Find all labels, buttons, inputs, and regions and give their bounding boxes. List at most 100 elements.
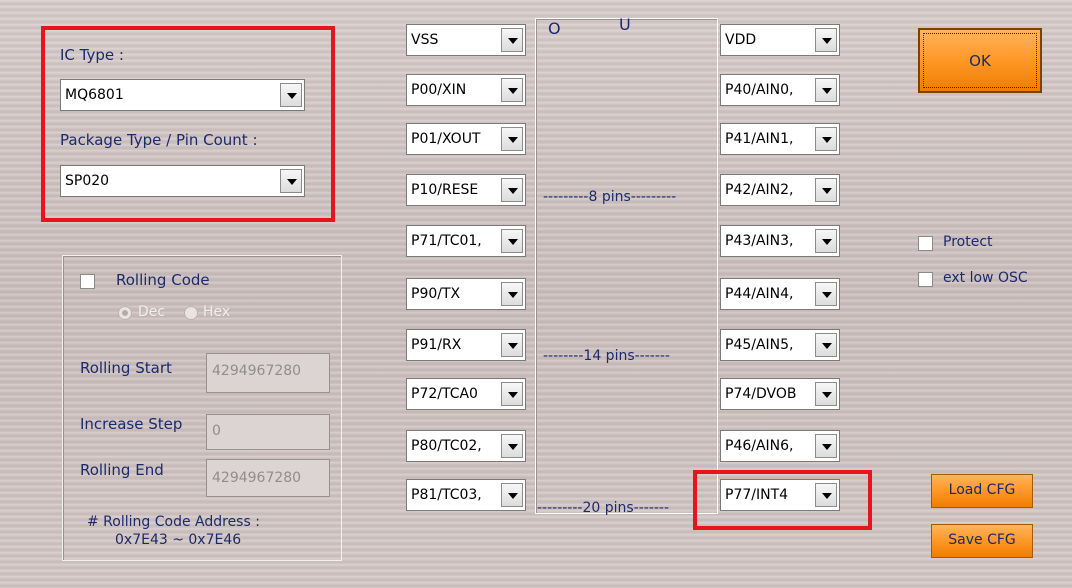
right-pin-select[interactable]: P44/AIN4, (720, 278, 840, 310)
pin-value: P40/AIN0, (725, 82, 794, 98)
chevron-down-icon[interactable] (815, 333, 837, 357)
ext-low-osc-label: ext low OSC (943, 270, 1028, 286)
chevron-down-icon[interactable] (815, 78, 837, 102)
pins-14-divider: --------14 pins------- (543, 348, 670, 364)
chevron-down-icon[interactable] (815, 382, 837, 406)
rolling-end-value: 4294967280 (212, 470, 302, 486)
pin-p77-highlight (693, 470, 872, 530)
pins-20-divider: ---------20 pins------- (537, 500, 670, 516)
increase-step-value: 0 (212, 423, 221, 439)
left-pin-select[interactable]: P81/TC03, (406, 479, 526, 511)
radio-dot-icon (122, 310, 128, 316)
left-pin-select[interactable]: P91/RX (406, 329, 526, 361)
chevron-down-icon[interactable] (501, 28, 523, 52)
ok-button[interactable]: OK (918, 28, 1042, 93)
chevron-down-icon[interactable] (501, 178, 523, 202)
protect-checkbox[interactable] (918, 236, 933, 251)
rolling-end-label: Rolling End (80, 461, 164, 479)
chevron-down-icon[interactable] (501, 229, 523, 253)
radio-hex[interactable] (184, 306, 198, 320)
right-pin-select[interactable]: P40/AIN0, (720, 74, 840, 106)
rolling-start-value: 4294967280 (212, 363, 302, 379)
chevron-down-icon[interactable] (815, 28, 837, 52)
rolling-address-label: # Rolling Code Address : (87, 514, 260, 530)
increase-step-label: Increase Step (80, 415, 183, 433)
rolling-start-field[interactable]: 4294967280 (206, 353, 330, 393)
chevron-down-icon[interactable] (815, 434, 837, 458)
right-pin-select[interactable]: P46/AIN6, (720, 430, 840, 462)
right-pin-select[interactable]: P45/AIN5, (720, 329, 840, 361)
pin-value: P10/RESE (411, 182, 479, 198)
chevron-down-icon[interactable] (501, 434, 523, 458)
pin-value: P41/AIN1, (725, 131, 794, 147)
ok-button-label: OK (969, 52, 991, 70)
pin-value: P46/AIN6, (725, 438, 794, 454)
pin-value: P74/DVOB (725, 386, 797, 402)
ic-type-label: IC Type : (60, 46, 124, 64)
package-type-label: Package Type / Pin Count : (60, 131, 258, 149)
rolling-address-value: 0x7E43 ~ 0x7E46 (115, 532, 242, 548)
left-pin-select[interactable]: P10/RESE (406, 174, 526, 206)
increase-step-field[interactable]: 0 (206, 414, 330, 450)
pin-value: P91/RX (411, 337, 462, 353)
left-pin-select[interactable]: P72/TCA0 (406, 378, 526, 410)
rolling-code-label: Rolling Code (116, 271, 210, 289)
rolling-start-label: Rolling Start (80, 359, 172, 377)
pin-value: P90/TX (411, 286, 461, 302)
pin-value: P72/TCA0 (411, 386, 478, 402)
chevron-down-icon[interactable] (280, 169, 302, 193)
pin-value: P45/AIN5, (725, 337, 794, 353)
package-type-select[interactable]: SP020 (60, 165, 305, 197)
right-pin-select[interactable]: P41/AIN1, (720, 123, 840, 155)
right-pin-select[interactable]: P74/DVOB (720, 378, 840, 410)
pin1-marker: O (548, 19, 561, 38)
right-pin-select[interactable]: P42/AIN2, (720, 174, 840, 206)
pin-value: P00/XIN (411, 82, 467, 98)
chevron-down-icon[interactable] (501, 333, 523, 357)
pin-value: VDD (725, 32, 757, 48)
pin-value: P44/AIN4, (725, 286, 794, 302)
radio-dec[interactable] (118, 306, 132, 320)
left-pin-select[interactable]: P80/TC02, (406, 430, 526, 462)
load-cfg-label: Load CFG (948, 482, 1016, 498)
radio-dec-label: Dec (138, 304, 166, 320)
left-pin-select[interactable]: P00/XIN (406, 74, 526, 106)
left-pin-select[interactable]: P90/TX (406, 278, 526, 310)
save-cfg-button[interactable]: Save CFG (931, 524, 1033, 558)
pin-value: P42/AIN2, (725, 182, 794, 198)
pin-value: VSS (411, 32, 439, 48)
chevron-down-icon[interactable] (815, 229, 837, 253)
ic-type-select[interactable]: MQ6801 (60, 79, 305, 111)
pin-value: P71/TC01, (411, 233, 482, 249)
ic-config-panel: IC Type : MQ6801 Package Type / Pin Coun… (0, 0, 1072, 588)
pins-8-divider: ---------8 pins--------- (543, 189, 677, 205)
radio-hex-label: Hex (203, 304, 231, 320)
chevron-down-icon[interactable] (501, 127, 523, 151)
chevron-down-icon[interactable] (501, 78, 523, 102)
ic-type-value: MQ6801 (65, 87, 124, 103)
right-pin-select[interactable]: P43/AIN3, (720, 225, 840, 257)
package-type-value: SP020 (65, 173, 110, 189)
pin-value: P43/AIN3, (725, 233, 794, 249)
chip-body (535, 18, 718, 514)
pin-value: P01/XOUT (411, 131, 481, 147)
left-pin-select[interactable]: P01/XOUT (406, 123, 526, 155)
rolling-end-field[interactable]: 4294967280 (206, 459, 330, 497)
right-pin-select[interactable]: VDD (720, 24, 840, 56)
protect-label: Protect (943, 234, 993, 250)
load-cfg-button[interactable]: Load CFG (931, 474, 1033, 508)
left-pin-select[interactable]: VSS (406, 24, 526, 56)
chevron-down-icon[interactable] (501, 282, 523, 306)
chevron-down-icon[interactable] (501, 483, 523, 507)
left-pin-select[interactable]: P71/TC01, (406, 225, 526, 257)
pin-value: P80/TC02, (411, 438, 482, 454)
save-cfg-label: Save CFG (948, 532, 1016, 548)
chevron-down-icon[interactable] (815, 127, 837, 151)
chevron-down-icon[interactable] (815, 282, 837, 306)
chevron-down-icon[interactable] (815, 178, 837, 202)
chevron-down-icon[interactable] (280, 83, 302, 107)
ext-low-osc-checkbox[interactable] (918, 272, 933, 287)
chevron-down-icon[interactable] (501, 382, 523, 406)
rolling-code-checkbox[interactable] (80, 274, 95, 289)
pin-value: P81/TC03, (411, 487, 482, 503)
